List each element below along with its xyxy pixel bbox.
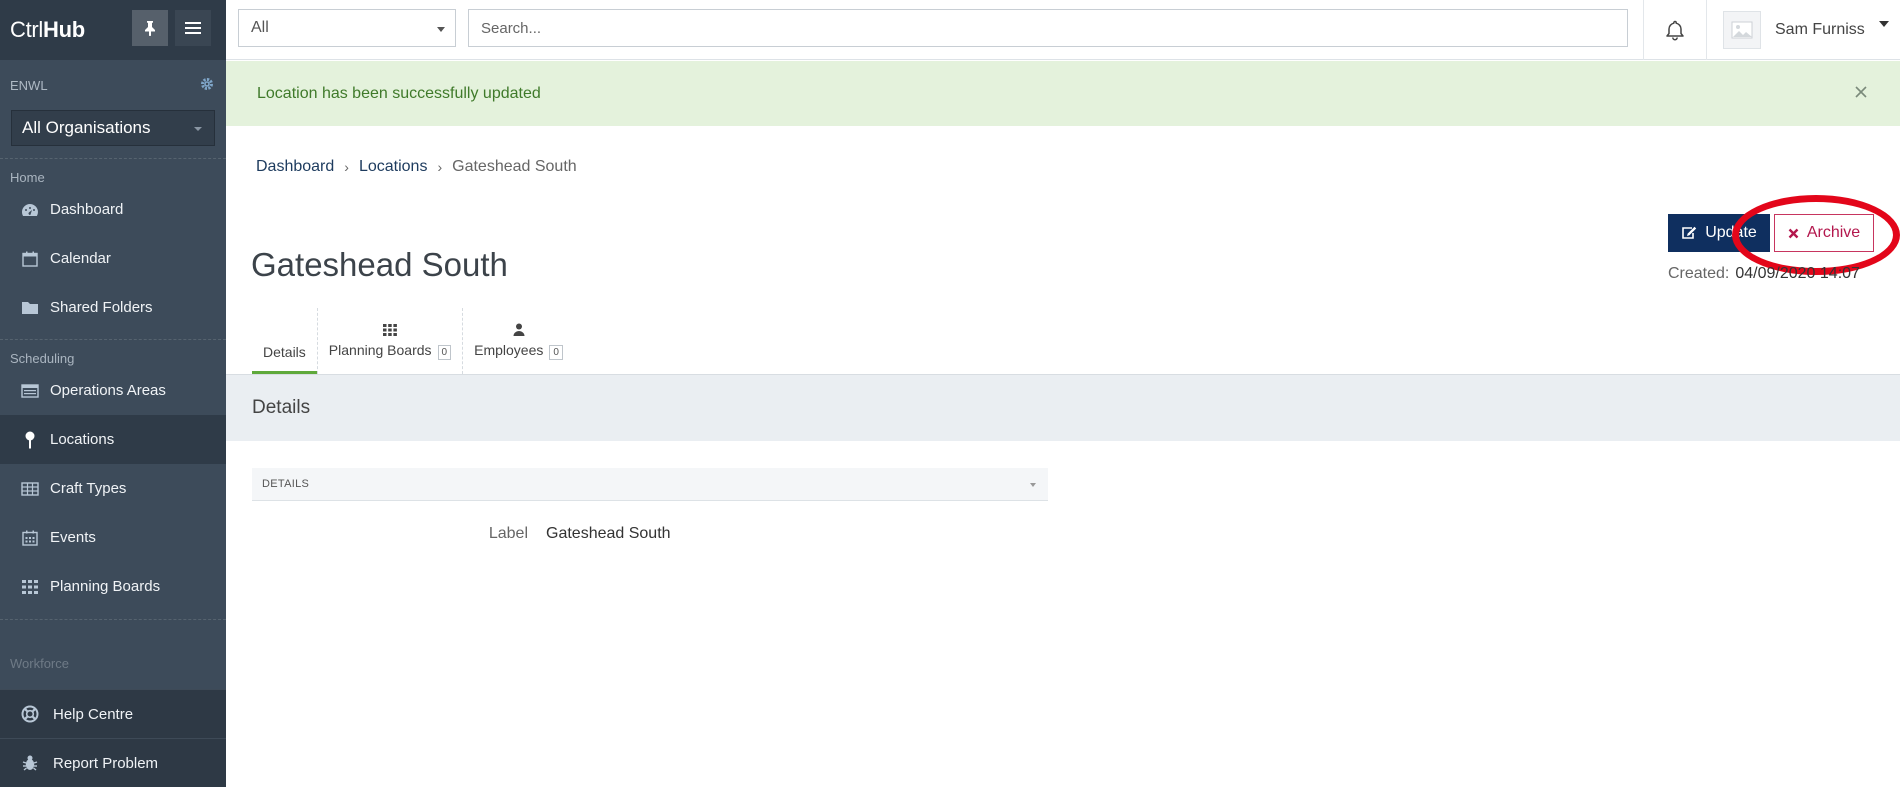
table-icon [20, 479, 40, 499]
sidebar-item-planning-boards[interactable]: Planning Boards [0, 562, 226, 611]
brand-bar: CtrlHub [0, 0, 226, 60]
sidebar-section-scheduling: Scheduling [10, 351, 75, 366]
chevron-down-icon [1030, 483, 1036, 487]
grid-icon [20, 577, 40, 597]
sidebar-section-home: Home [10, 170, 45, 185]
org-code: ENWL [10, 77, 48, 93]
sidebar-item-locations[interactable]: Locations [0, 415, 226, 464]
bell-icon [1666, 20, 1684, 41]
tab-planning-boards[interactable]: Planning Boards 0 [316, 308, 462, 374]
brand-logo[interactable]: CtrlHub [10, 17, 85, 43]
avatar[interactable] [1723, 11, 1761, 49]
created-value: 04/09/2020 14:07 [1735, 265, 1860, 282]
chevron-down-icon [437, 27, 445, 32]
image-placeholder-icon [1731, 21, 1753, 39]
tab-details[interactable]: Details [252, 308, 317, 374]
gear-icon [201, 78, 213, 90]
topbar: All Sam Furniss [226, 0, 1900, 60]
success-alert: Location has been successfully updated [226, 61, 1900, 126]
notifications-button[interactable] [1643, 0, 1707, 60]
chevron-down-icon [1878, 21, 1889, 27]
update-button[interactable]: Update [1668, 214, 1770, 252]
tab-count-badge: 0 [549, 345, 563, 360]
user-name: Sam Furniss [1775, 21, 1865, 38]
sidebar-divider [0, 619, 226, 620]
sidebar-item-dashboard[interactable]: Dashboard [0, 185, 226, 234]
organisation-select-value: All Organisations [22, 118, 151, 137]
page-title: Gateshead South [251, 246, 508, 283]
breadcrumb-dashboard[interactable]: Dashboard [256, 158, 334, 176]
sidebar-item-calendar[interactable]: Calendar [0, 234, 226, 283]
breadcrumb-locations[interactable]: Locations [359, 158, 428, 176]
label-field-label: Label [488, 525, 528, 542]
close-icon [1788, 228, 1799, 239]
chevron-right-icon: › [437, 159, 443, 175]
sidebar-item-events[interactable]: Events [0, 513, 226, 562]
chevron-down-icon [194, 127, 202, 131]
alert-message: Location has been successfully updated [257, 84, 541, 102]
calendar-icon [20, 249, 40, 269]
calendar-grid-icon [20, 528, 40, 548]
tab-employees[interactable]: Employees 0 [462, 308, 574, 374]
details-panel-header[interactable]: DETAILS [252, 468, 1048, 501]
sidebar-item-craft-types[interactable]: Craft Types [0, 464, 226, 513]
created-info: Created: 04/09/2020 14:07 [1668, 265, 1860, 283]
breadcrumb-current: Gateshead South [452, 158, 577, 175]
org-header: ENWL [0, 60, 226, 110]
lifebuoy-icon [20, 704, 40, 724]
user-menu[interactable]: Sam Furniss [1723, 0, 1900, 60]
search-scope-select[interactable]: All [238, 9, 456, 47]
pin-icon [145, 21, 155, 36]
sidebar-bottom: Help Centre Report Problem [0, 689, 226, 787]
label-field-value: Gateshead South [546, 525, 671, 542]
sidebar-item-shared-folders[interactable]: Shared Folders [0, 283, 226, 332]
toggle-sidebar-button[interactable] [175, 10, 211, 46]
user-icon [513, 323, 525, 336]
report-problem-link[interactable]: Report Problem [0, 738, 226, 787]
grid-icon [382, 324, 397, 336]
help-centre-link[interactable]: Help Centre [0, 689, 226, 738]
close-alert-button[interactable] [1854, 85, 1868, 104]
sidebar-item-operations-areas[interactable]: Operations Areas [0, 366, 226, 415]
chevron-right-icon: › [344, 159, 349, 175]
close-icon [1855, 86, 1867, 98]
edit-icon [1681, 226, 1697, 240]
breadcrumb: Dashboard › Locations › Gateshead South [256, 158, 577, 176]
hamburger-icon [185, 22, 201, 34]
folder-icon [20, 298, 40, 318]
archive-button[interactable]: Archive [1774, 214, 1874, 252]
location-pin-icon [20, 430, 40, 450]
created-label: Created: [1668, 265, 1730, 282]
tab-count-badge: 0 [437, 345, 452, 360]
sidebar-section-workforce: Workforce [10, 656, 69, 671]
search-input[interactable] [468, 9, 1628, 47]
org-settings-button[interactable] [200, 77, 214, 94]
tab-bar: Details Planning Boards 0 Employees 0 [252, 308, 574, 374]
pin-sidebar-button[interactable] [132, 10, 168, 46]
search-scope-value: All [251, 19, 269, 36]
sidebar: CtrlHub ENWL All Organisations Home Dash… [0, 0, 226, 787]
bug-icon [20, 753, 40, 773]
details-section-header: Details [226, 375, 1900, 441]
operations-icon [20, 381, 40, 401]
dashboard-icon [20, 200, 40, 220]
organisation-select[interactable]: All Organisations [11, 110, 215, 146]
